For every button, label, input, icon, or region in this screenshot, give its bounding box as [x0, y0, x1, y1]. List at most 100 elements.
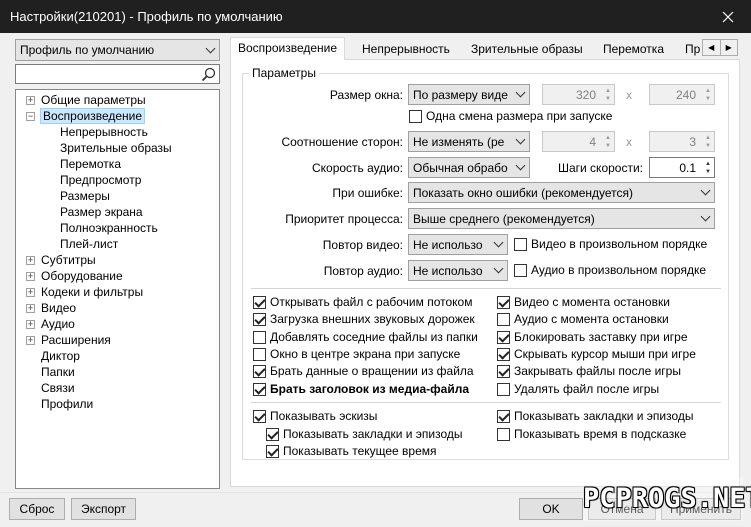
- tab-scroll-left-icon[interactable]: ◀: [703, 40, 721, 55]
- audio-resume-checkbox[interactable]: Аудио с момента остановки: [497, 312, 669, 326]
- tree-item-hardware[interactable]: Оборудование: [41, 268, 123, 284]
- tree-item-continuity[interactable]: Непрерывность: [60, 124, 148, 140]
- spin-arrows-icon: ▲ ▼: [605, 134, 611, 149]
- show-bookmarks-sub-checkbox[interactable]: Показывать закладки и эпизоды: [266, 427, 463, 441]
- spin-arrows-icon: ▲ ▼: [705, 160, 711, 175]
- profile-combo[interactable]: Профиль по умолчанию: [15, 39, 220, 61]
- tree-item-codecs[interactable]: Кодеки и фильтры: [41, 284, 143, 300]
- priority-combo[interactable]: Выше среднего (рекомендуется): [408, 208, 715, 229]
- tree-item-profiles[interactable]: Профили: [41, 396, 93, 412]
- tree-item-fullscreen[interactable]: Полноэкранность: [60, 220, 158, 236]
- tree-item-announcer[interactable]: Диктор: [41, 348, 80, 364]
- priority-label: Приоритет процесса:: [285, 212, 403, 226]
- window-height-spin[interactable]: 240 ▲ ▼: [649, 84, 715, 105]
- window-size-label: Размер окна:: [329, 88, 403, 102]
- chevron-down-icon: [512, 85, 529, 104]
- reset-button[interactable]: Сброс: [9, 498, 65, 520]
- window-size-combo[interactable]: По размеру виде: [408, 84, 530, 105]
- times-sign: x: [626, 135, 632, 149]
- window-width-spin[interactable]: 320 ▲ ▼: [542, 84, 615, 105]
- tree-item-video[interactable]: Видео: [41, 300, 76, 316]
- window-title: Настройки(210201) - Профиль по умолчанию: [10, 9, 283, 24]
- ok-button[interactable]: OK: [519, 498, 583, 520]
- add-neighbors-checkbox[interactable]: Добавлять соседние файлы из папки: [253, 330, 478, 344]
- tree-item-preview[interactable]: Предпросмотр: [60, 172, 141, 188]
- group-title: Параметры: [249, 66, 319, 80]
- open-stream-checkbox[interactable]: Открывать файл с рабочим потоком: [253, 295, 472, 309]
- tree-item-subtitles[interactable]: Субтитры: [41, 252, 96, 268]
- chevron-down-icon: [512, 132, 529, 151]
- tab-rewind[interactable]: Перемотка: [596, 39, 671, 59]
- collapse-icon[interactable]: −: [26, 112, 35, 121]
- tab-playback[interactable]: Воспроизведение: [230, 37, 346, 60]
- settings-tree[interactable]: + Общие параметры − Воспроизведение Непр…: [15, 89, 220, 489]
- chevron-down-icon: [490, 261, 507, 280]
- audio-speed-combo[interactable]: Обычная обрабо: [408, 157, 530, 178]
- spin-arrows-icon: ▲ ▼: [605, 87, 611, 102]
- on-error-combo[interactable]: Показать окно ошибки (рекомендуется): [408, 182, 715, 203]
- tree-item-playlist[interactable]: Плей-лист: [60, 236, 118, 252]
- tree-item-audio[interactable]: Аудио: [41, 316, 75, 332]
- tab-scroll: ◀ ▶: [702, 39, 738, 56]
- expand-icon[interactable]: +: [26, 272, 35, 281]
- repeat-video-label: Повтор видео:: [322, 238, 403, 252]
- close-icon: [722, 11, 734, 22]
- repeat-video-combo[interactable]: Не использо: [408, 234, 508, 255]
- hide-cursor-checkbox[interactable]: Скрывать курсор мыши при игре: [497, 347, 696, 361]
- load-audio-checkbox[interactable]: Загрузка внешних звуковых дорожек: [253, 312, 475, 326]
- video-random-checkbox[interactable]: Видео в произвольном порядке: [514, 237, 707, 251]
- expand-icon[interactable]: +: [26, 96, 35, 105]
- repeat-audio-combo[interactable]: Не использо: [408, 260, 508, 281]
- expand-icon[interactable]: +: [26, 288, 35, 297]
- search-icon: [201, 67, 216, 82]
- show-time-checkbox[interactable]: Показывать текущее время: [266, 444, 437, 458]
- tree-item-sizes[interactable]: Размеры: [60, 188, 110, 204]
- tree-item-playback[interactable]: Воспроизведение: [40, 108, 146, 124]
- block-screensaver-checkbox[interactable]: Блокировать заставку при игре: [497, 330, 688, 344]
- aspect-combo[interactable]: Не изменять (ре: [408, 131, 530, 152]
- delete-after-checkbox[interactable]: Удалять файл после игры: [497, 382, 659, 396]
- tree-item-extensions[interactable]: Расширения: [41, 332, 111, 348]
- tree-item-visual[interactable]: Зрительные образы: [60, 140, 172, 156]
- audio-random-checkbox[interactable]: Аудио в произвольном порядке: [514, 263, 706, 277]
- tree-item-general[interactable]: Общие параметры: [41, 92, 146, 108]
- show-thumbs-checkbox[interactable]: Показывать эскизы: [253, 409, 377, 423]
- chevron-down-icon: [202, 40, 219, 60]
- expand-icon[interactable]: +: [26, 304, 35, 313]
- tab-continuity[interactable]: Непрерывность: [355, 39, 457, 59]
- close-after-checkbox[interactable]: Закрывать файлы после игры: [497, 364, 681, 378]
- title-bar: Настройки(210201) - Профиль по умолчанию: [0, 0, 751, 33]
- chevron-down-icon: [697, 209, 714, 228]
- title-from-media-checkbox[interactable]: Брать заголовок из медиа-файла: [253, 382, 469, 396]
- video-resume-checkbox[interactable]: Видео с момента остановки: [497, 295, 670, 309]
- show-time-tooltip-checkbox[interactable]: Показывать время в подсказке: [497, 427, 686, 441]
- on-error-label: При ошибке:: [332, 186, 403, 200]
- export-button[interactable]: Экспорт: [71, 498, 136, 520]
- speed-steps-spin[interactable]: 0.1 ▲ ▼: [649, 157, 715, 178]
- times-sign: x: [626, 88, 632, 102]
- expand-icon[interactable]: +: [26, 320, 35, 329]
- show-bookmarks-checkbox[interactable]: Показывать закладки и эпизоды: [497, 409, 694, 423]
- speed-steps-label: Шаги скорости:: [557, 161, 643, 175]
- tree-item-screen-size[interactable]: Размер экрана: [60, 204, 143, 220]
- spin-arrows-icon: ▲ ▼: [705, 134, 711, 149]
- close-button[interactable]: [705, 0, 751, 33]
- tab-visual[interactable]: Зрительные образы: [464, 39, 590, 59]
- tree-item-rewind[interactable]: Перемотка: [60, 156, 121, 172]
- expand-icon[interactable]: +: [26, 256, 35, 265]
- aspect-label: Соотношение сторон:: [281, 135, 403, 149]
- tree-item-folders[interactable]: Папки: [41, 364, 75, 380]
- one-resize-checkbox[interactable]: Одна смена размера при запуске: [409, 109, 612, 123]
- center-window-checkbox[interactable]: Окно в центре экрана при запуске: [253, 347, 460, 361]
- search-input[interactable]: [15, 64, 220, 84]
- aspect-height-spin[interactable]: 3 ▲ ▼: [649, 131, 715, 152]
- audio-speed-label: Скорость аудио:: [311, 161, 403, 175]
- tree-item-links[interactable]: Связи: [41, 380, 75, 396]
- tab-scroll-right-icon[interactable]: ▶: [721, 40, 738, 55]
- aspect-width-spin[interactable]: 4 ▲ ▼: [542, 131, 615, 152]
- separator: [251, 402, 721, 403]
- watermark: PCPROGS.NET: [583, 477, 751, 521]
- tab-panel: Параметры Размер окна: По размеру виде 3…: [230, 59, 740, 487]
- rotation-checkbox[interactable]: Брать данные о вращении из файла: [253, 364, 474, 378]
- expand-icon[interactable]: +: [26, 336, 35, 345]
